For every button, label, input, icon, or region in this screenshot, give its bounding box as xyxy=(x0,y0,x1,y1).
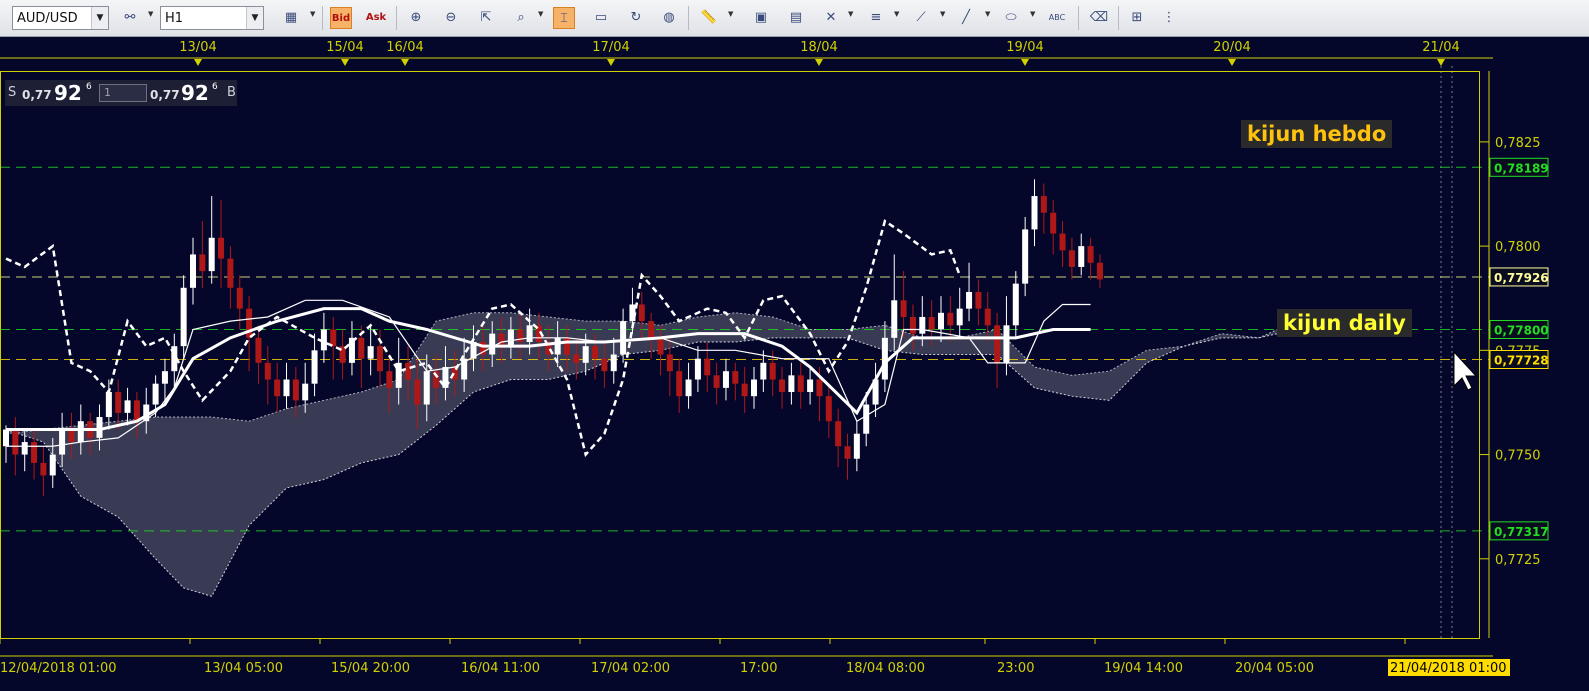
price-tick-label: 0,7825 xyxy=(1495,136,1541,151)
price-tick-label: 0,7725 xyxy=(1495,553,1541,568)
time-tick-label: 17/04 02:00 xyxy=(591,661,670,676)
time-tick-label: 17:00 xyxy=(740,661,777,676)
date-tick-marker xyxy=(607,59,615,66)
sell-price-sup: 6 xyxy=(86,82,92,92)
time-tick-label: 18/04 08:00 xyxy=(846,661,925,676)
date-tick-marker xyxy=(815,59,823,66)
quote-panel: S 0,77 92 6 1 0,77 92 6 B xyxy=(5,80,237,106)
sell-label[interactable]: S xyxy=(8,85,16,100)
price-level-value: 0,77728 xyxy=(1494,354,1549,368)
kijun-daily-label: kijun daily xyxy=(1277,309,1412,337)
price-level-value: 0,78189 xyxy=(1494,161,1549,175)
date-tick-marker xyxy=(1228,59,1236,66)
date-tick-label: 18/04 xyxy=(800,40,837,55)
time-tick-label: 15/04 20:00 xyxy=(331,661,410,676)
date-tick-marker xyxy=(1021,59,1029,66)
price-level-value: 0,77317 xyxy=(1494,525,1549,539)
kijun-hebdo-label: kijun hebdo xyxy=(1241,120,1393,148)
quantity-input[interactable]: 1 xyxy=(99,84,147,102)
buy-price-sup: 6 xyxy=(212,82,218,92)
sell-price-big[interactable]: 92 xyxy=(54,81,82,105)
date-tick-marker xyxy=(1437,59,1445,66)
sell-price-small[interactable]: 0,77 xyxy=(22,88,52,102)
price-level-value: 0,77926 xyxy=(1494,271,1549,285)
time-tick-label: 19/04 14:00 xyxy=(1104,661,1183,676)
date-tick-label: 13/04 xyxy=(179,40,216,55)
date-tick-marker xyxy=(341,59,349,66)
buy-price-small[interactable]: 0,77 xyxy=(150,88,180,102)
time-tick-label: 20/04 05:00 xyxy=(1235,661,1314,676)
date-tick-marker xyxy=(194,59,202,66)
price-tick-label: 0,7800 xyxy=(1495,240,1541,255)
time-tick-label: 21/04/2018 01:00 xyxy=(1390,661,1507,676)
price-tick-label: 0,7750 xyxy=(1495,449,1541,464)
buy-price-big[interactable]: 92 xyxy=(181,81,209,105)
time-tick-label: 16/04 11:00 xyxy=(461,661,540,676)
date-tick-label: 19/04 xyxy=(1006,40,1043,55)
buy-label[interactable]: B xyxy=(227,85,236,100)
plot-frame xyxy=(0,71,1480,639)
price-level-value: 0,77800 xyxy=(1494,323,1549,337)
date-tick-label: 16/04 xyxy=(386,40,423,55)
time-tick-label: 12/04/2018 01:00 xyxy=(0,661,117,676)
date-tick-label: 20/04 xyxy=(1213,40,1250,55)
date-tick-label: 21/04 xyxy=(1422,40,1459,55)
time-tick-label: 13/04 05:00 xyxy=(204,661,283,676)
date-tick-marker xyxy=(401,59,409,66)
date-tick-label: 15/04 xyxy=(326,40,363,55)
time-tick-label: 23:00 xyxy=(997,661,1034,676)
date-tick-label: 17/04 xyxy=(592,40,629,55)
